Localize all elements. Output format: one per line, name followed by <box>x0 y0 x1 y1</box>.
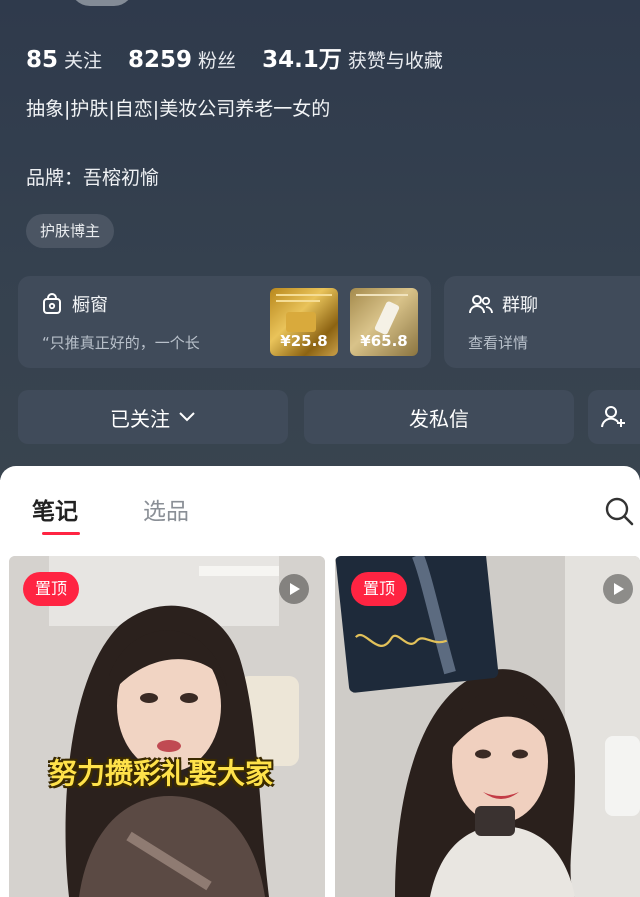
group-title-row: 群聊 <box>468 291 538 317</box>
followers-count: 8259 <box>128 47 193 73</box>
followers-label: 粉丝 <box>198 50 237 72</box>
search-icon[interactable] <box>604 496 634 526</box>
profile-stats: 85 关注 8259 粉丝 34.1万 获赞与收藏 <box>26 40 469 74</box>
followers-stat[interactable]: 8259 粉丝 <box>128 46 236 73</box>
tab-picks[interactable]: 选品 <box>143 492 189 526</box>
play-icon <box>279 574 309 604</box>
product-text-line <box>356 294 408 296</box>
shop-card[interactable]: 橱窗 “只推真正好的，一个长 ¥25.8 ¥65.8 <box>18 276 431 368</box>
group-title: 群聊 <box>502 295 538 316</box>
shop-title: 橱窗 <box>72 295 108 316</box>
note-cover-image <box>335 556 640 897</box>
add-user-icon <box>601 405 627 429</box>
note-card[interactable]: 置顶 <box>335 556 640 897</box>
following-label: 关注 <box>64 50 103 72</box>
group-icon <box>468 293 494 315</box>
product-box <box>286 312 316 332</box>
following-count: 85 <box>26 47 59 73</box>
note-card[interactable]: 置顶 努力攒彩礼娶大家 <box>9 556 325 897</box>
group-chat-card[interactable]: 群聊 查看详情 <box>444 276 640 368</box>
likes-stat[interactable]: 34.1万 获赞与收藏 <box>262 40 443 74</box>
product-thumb-2[interactable]: ¥65.8 <box>350 288 418 356</box>
follow-button[interactable]: 已关注 <box>18 390 288 444</box>
note-cover-image <box>9 556 325 897</box>
note-caption: 努力攒彩礼娶大家 <box>49 757 274 790</box>
product-text-line <box>276 294 332 296</box>
shop-subtitle: “只推真正好的，一个长 <box>42 334 200 352</box>
play-icon <box>603 574 633 604</box>
message-button[interactable]: 发私信 <box>304 390 574 444</box>
likes-label: 获赞与收藏 <box>347 50 443 72</box>
avatar[interactable] <box>70 0 134 6</box>
content-sheet: 笔记 选品 置顶 努力攒彩礼娶大家 置顶 <box>0 466 640 897</box>
product-text-line <box>276 300 320 302</box>
bag-icon <box>42 293 62 315</box>
follow-label: 已关注 <box>110 406 170 431</box>
add-friend-button[interactable] <box>588 390 640 444</box>
group-subtitle: 查看详情 <box>468 334 529 352</box>
product-tube <box>373 300 401 336</box>
pinned-badge: 置顶 <box>351 572 408 606</box>
profile-tag[interactable]: 护肤博主 <box>26 214 115 248</box>
product-thumb-1[interactable]: ¥25.8 <box>270 288 338 356</box>
tab-notes[interactable]: 笔记 <box>32 492 78 526</box>
active-tab-indicator <box>42 532 80 535</box>
message-label: 发私信 <box>409 406 469 431</box>
chevron-down-icon <box>178 411 196 423</box>
following-stat[interactable]: 85 关注 <box>26 46 102 73</box>
shop-title-row: 橱窗 <box>42 291 108 317</box>
profile-bio: 抽象|护肤|自恋|美妆公司养老一女的 <box>26 98 331 120</box>
likes-count: 34.1万 <box>262 47 342 73</box>
pinned-badge: 置顶 <box>23 572 80 606</box>
product-price-2: ¥65.8 <box>360 332 408 350</box>
product-price-1: ¥25.8 <box>280 332 328 350</box>
profile-brand: 品牌：吾榕初愉 <box>26 167 160 189</box>
profile-header: 85 关注 8259 粉丝 34.1万 获赞与收藏 抽象|护肤|自恋|美妆公司养… <box>0 0 640 480</box>
